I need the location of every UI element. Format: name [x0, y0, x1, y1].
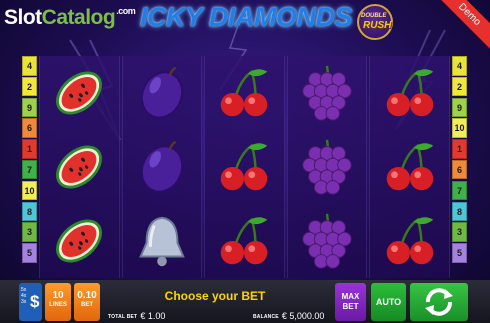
- grapes-icon: [302, 139, 352, 195]
- cherry-icon: [386, 69, 433, 117]
- payline-left-2[interactable]: 2: [22, 76, 37, 97]
- badge-rush-text: RUSH: [363, 20, 392, 31]
- grapes-symbol: [288, 204, 367, 278]
- max-bet-line2: BET: [342, 302, 359, 311]
- payline-left-8[interactable]: 8: [22, 201, 37, 222]
- cherry-icon: [221, 69, 268, 117]
- watermark-slot-text: Slot: [4, 6, 42, 29]
- paytable-line: 3x: [21, 299, 27, 305]
- watermark-catalog-text: Catalog: [41, 6, 116, 29]
- balance-value: € 5,000.00: [281, 311, 325, 321]
- cherry-symbol: [205, 204, 284, 278]
- paytable-button[interactable]: 5x 4x 3x $: [19, 283, 42, 321]
- bet-button[interactable]: 0.10 BET: [74, 283, 100, 321]
- lines-value: 10: [52, 290, 64, 301]
- max-bet-line1: MAX: [341, 292, 360, 301]
- reel-5: [369, 56, 450, 278]
- payline-right-9[interactable]: 9: [452, 97, 467, 118]
- balance-display: BALANCE € 5,000.00: [253, 311, 324, 321]
- payline-left-9[interactable]: 9: [22, 97, 37, 118]
- reels-grid: [39, 56, 450, 278]
- payline-right-7[interactable]: 7: [452, 180, 467, 201]
- payline-left-4[interactable]: 4: [22, 56, 37, 76]
- spin-arrows-icon: [425, 288, 453, 316]
- payline-right-6[interactable]: 6: [452, 159, 467, 180]
- payline-left-7[interactable]: 7: [22, 159, 37, 180]
- grapes-icon: [302, 65, 352, 121]
- watermelon-symbol: [40, 56, 119, 130]
- total-bet-label: TOTAL BET: [108, 314, 138, 320]
- payline-right-10[interactable]: 10: [452, 118, 467, 138]
- bell-icon: [139, 216, 185, 267]
- dollar-icon: $: [30, 292, 40, 311]
- lines-label: LINES: [49, 302, 67, 308]
- badge-double-text: DOUBLE: [361, 13, 387, 19]
- plum-symbol: [123, 56, 202, 130]
- lines-button[interactable]: 10 LINES: [45, 283, 71, 321]
- payline-left-10[interactable]: 10: [22, 180, 37, 201]
- slotcatalog-watermark: SlotCatalog.com: [4, 6, 136, 30]
- bet-value: 0.10: [77, 290, 97, 301]
- cherry-icon: [221, 143, 268, 191]
- game-title: ICKY DIAMONDS: [140, 2, 353, 32]
- payline-right-3[interactable]: 3: [452, 222, 467, 242]
- total-bet-display: TOTAL BET € 1.00: [108, 311, 165, 321]
- demo-ribbon: Demo: [432, 0, 490, 52]
- bet-label: BET: [81, 302, 93, 308]
- cherry-symbol: [370, 130, 449, 204]
- payline-right-8[interactable]: 8: [452, 201, 467, 222]
- grapes-icon: [302, 213, 352, 269]
- cherry-icon: [386, 143, 433, 191]
- total-bet-value: € 1.00: [140, 311, 166, 321]
- payline-indicators-right: 4 2 9 10 1 6 7 8 3 5: [452, 56, 467, 264]
- bell-symbol: [123, 204, 202, 278]
- watermelon-icon: [56, 219, 103, 263]
- watermelon-symbol: [40, 130, 119, 204]
- payline-left-1[interactable]: 1: [22, 139, 37, 159]
- payline-right-5[interactable]: 5: [452, 243, 467, 263]
- reel-4: [286, 56, 368, 278]
- cherry-symbol: [370, 56, 449, 130]
- payline-right-4[interactable]: 4: [452, 56, 467, 76]
- watermelon-icon: [56, 71, 103, 115]
- paytable-multipliers: 5x 4x 3x: [21, 287, 26, 305]
- payline-right-2[interactable]: 2: [452, 76, 467, 97]
- reel-1: [39, 56, 120, 278]
- auto-play-button[interactable]: AUTO: [371, 283, 406, 321]
- plum-icon: [140, 140, 183, 193]
- cherry-symbol: [205, 130, 284, 204]
- payline-left-5[interactable]: 5: [22, 243, 37, 263]
- cherry-symbol: [205, 56, 284, 130]
- cherry-symbol: [370, 204, 449, 278]
- payline-left-6[interactable]: 6: [22, 118, 37, 138]
- payline-right-1[interactable]: 1: [452, 139, 467, 159]
- balance-label: BALANCE: [253, 314, 279, 320]
- reel-3: [204, 56, 285, 278]
- status-message: Choose your BET: [164, 289, 266, 303]
- plum-icon: [140, 66, 183, 119]
- watermark-com-text: .com: [116, 6, 136, 16]
- payline-left-3[interactable]: 3: [22, 222, 37, 242]
- grapes-symbol: [288, 56, 367, 130]
- watermelon-symbol: [40, 204, 119, 278]
- payline-indicators-left: 4 2 9 6 1 7 10 8 3 5: [22, 56, 37, 264]
- watermelon-icon: [56, 145, 103, 189]
- cherry-icon: [221, 217, 268, 265]
- grapes-symbol: [288, 130, 367, 204]
- plum-symbol: [123, 130, 202, 204]
- spin-button[interactable]: [410, 283, 468, 321]
- cherry-icon: [386, 217, 433, 265]
- reel-2: [121, 56, 203, 278]
- max-bet-button[interactable]: MAX BET: [335, 283, 366, 321]
